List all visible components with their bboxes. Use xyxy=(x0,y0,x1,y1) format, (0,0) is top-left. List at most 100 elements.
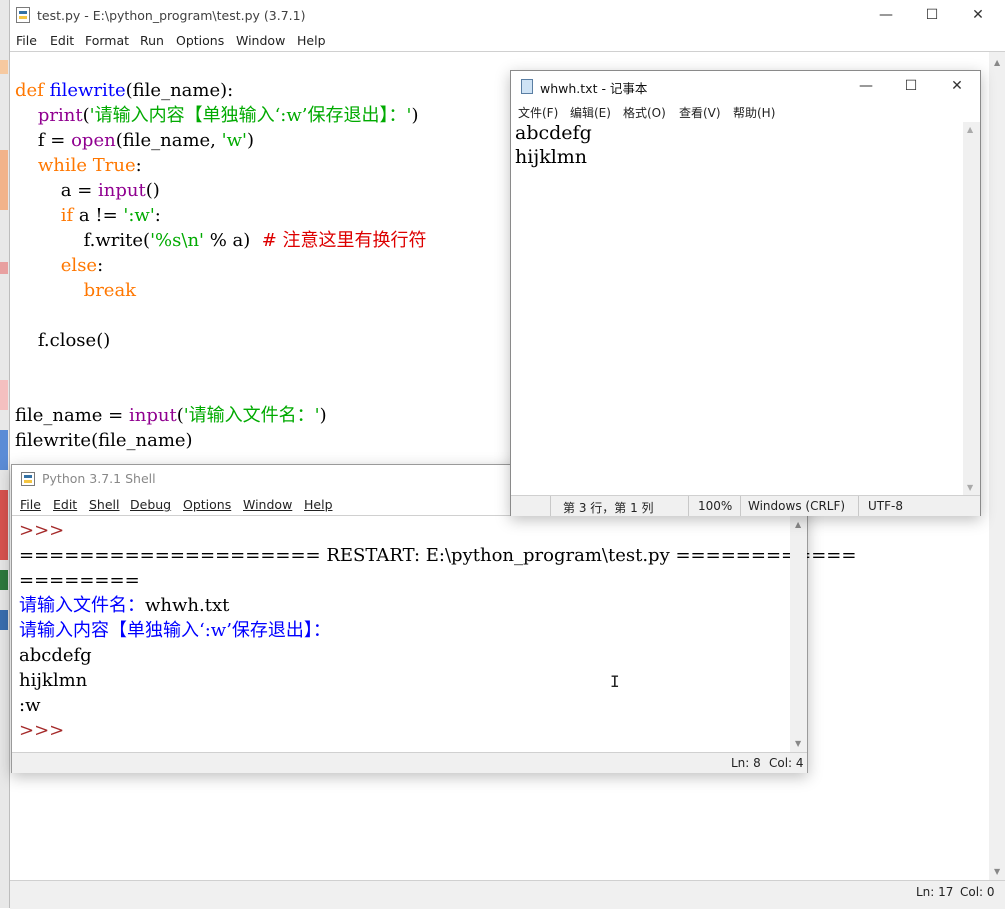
editor-statusbar: Ln: 17 Col: 0 xyxy=(10,880,1005,909)
code-line: >>> xyxy=(19,718,70,743)
code-token: f.close() xyxy=(15,330,111,351)
shell-menu-edit[interactable]: Edit xyxy=(53,497,77,512)
shell-scroll-up-icon[interactable]: ▲ xyxy=(795,520,801,529)
menu-window[interactable]: Window xyxy=(236,33,285,48)
code-line: f.close() xyxy=(15,328,110,353)
code-token: def xyxy=(15,80,50,101)
notepad-scrollbar[interactable]: ▲ ▼ xyxy=(963,122,980,495)
editor-title: test.py - E:\python_program\test.py (3.7… xyxy=(37,8,306,23)
notepad-icon xyxy=(521,79,533,94)
code-token: break xyxy=(83,280,137,301)
code-token: input xyxy=(98,180,146,201)
notepad-menu-format[interactable]: 格式(O) xyxy=(623,104,666,121)
shell-menu-help[interactable]: Help xyxy=(304,497,333,512)
code-token: >>> xyxy=(19,720,70,741)
code-token: a != xyxy=(73,205,124,226)
code-token: : xyxy=(135,155,142,176)
notepad-line: abcdefg xyxy=(515,122,592,144)
code-token: % a) xyxy=(204,230,262,251)
code-token: 请输入内容【单独输入‘:w’保存退出】： xyxy=(19,620,331,641)
code-token: filewrite(file_name) xyxy=(15,430,193,451)
notepad-status-zoom: 100% xyxy=(698,499,733,513)
scroll-up-icon[interactable]: ▲ xyxy=(994,58,1000,67)
code-token: open xyxy=(71,130,116,151)
shell-title: Python 3.7.1 Shell xyxy=(42,471,156,486)
code-token: f = xyxy=(15,130,72,151)
notepad-title: whwh.txt - 记事本 xyxy=(540,81,648,96)
desktop-background-strip xyxy=(0,0,9,908)
shell-menu-shell[interactable]: Shell xyxy=(89,497,120,512)
notepad-line: hijklmn xyxy=(515,146,588,168)
minimize-icon[interactable]: — xyxy=(863,0,909,31)
menu-format[interactable]: Format xyxy=(85,33,129,48)
notepad-maximize-icon[interactable]: ☐ xyxy=(888,71,934,101)
menu-file[interactable]: File xyxy=(16,33,37,48)
menu-help[interactable]: Help xyxy=(297,33,326,48)
code-token: ==================== RESTART: E:\python_… xyxy=(19,545,857,566)
shell-status-ln: Ln: 8 xyxy=(731,756,761,770)
notepad-status-encoding: UTF-8 xyxy=(868,499,903,513)
shell-menu-debug[interactable]: Debug xyxy=(130,497,171,512)
menu-edit[interactable]: Edit xyxy=(50,33,74,48)
code-token: whwh.txt xyxy=(145,595,230,616)
python-shell-icon xyxy=(21,472,35,486)
menu-run[interactable]: Run xyxy=(140,33,164,48)
code-token: ( xyxy=(176,405,184,426)
code-token: True xyxy=(92,155,136,176)
close-icon[interactable]: ✕ xyxy=(955,0,1001,31)
code-token: (file_name, xyxy=(115,130,222,151)
shell-scrollbar[interactable]: ▲ ▼ xyxy=(790,516,807,752)
editor-scrollbar[interactable]: ▲ ▼ xyxy=(989,52,1005,880)
code-token: f.write( xyxy=(15,230,151,251)
code-token: print xyxy=(37,105,83,126)
notepad-menu-file[interactable]: 文件(F) xyxy=(518,104,558,121)
notepad-menu-help[interactable]: 帮助(H) xyxy=(733,104,775,121)
notepad-status-eol: Windows (CRLF) xyxy=(748,499,846,513)
notepad-scroll-up-icon[interactable]: ▲ xyxy=(967,125,973,134)
shell-menu-options[interactable]: Options xyxy=(183,497,231,512)
code-line: hijklmn xyxy=(19,668,87,693)
code-token: 请输入文件名： xyxy=(19,595,145,616)
code-line: 请输入文件名：whwh.txt xyxy=(19,593,229,618)
shell-scroll-down-icon[interactable]: ▼ xyxy=(795,739,801,748)
code-token: '%s\n' xyxy=(150,230,204,251)
scroll-down-icon[interactable]: ▼ xyxy=(994,867,1000,876)
code-token: : xyxy=(97,255,104,276)
notepad-statusbar: 第 3 行，第 1 列 100% Windows (CRLF) UTF-8 xyxy=(511,495,980,516)
maximize-icon[interactable]: ☐ xyxy=(909,0,955,31)
shell-statusbar: Ln: 8 Col: 4 xyxy=(12,752,807,773)
code-line: ==================== RESTART: E:\python_… xyxy=(19,543,856,568)
code-token: input xyxy=(129,405,177,426)
code-line: ======== xyxy=(19,568,140,593)
shell-status-col: Col: 4 xyxy=(769,756,804,770)
code-line: if a != ':w': xyxy=(15,203,161,228)
notepad-sep-4 xyxy=(858,496,859,516)
code-line: file_name = input('请输入文件名：') xyxy=(15,403,327,428)
notepad-close-icon[interactable]: ✕ xyxy=(934,71,980,101)
shell-menu-window[interactable]: Window xyxy=(243,497,292,512)
editor-titlebar[interactable]: test.py - E:\python_program\test.py (3.7… xyxy=(10,0,1005,31)
code-token: '请输入内容【单独输入‘:w’保存退出】：' xyxy=(89,105,412,126)
code-line: f = open(file_name, 'w') xyxy=(15,128,254,153)
code-token: a = xyxy=(15,180,99,201)
code-line: while True: xyxy=(15,153,142,178)
notepad-menubar: 文件(F) 编辑(E) 格式(O) 查看(V) 帮助(H) xyxy=(511,102,980,122)
code-token: 'w' xyxy=(221,130,247,151)
code-token: (file_name): xyxy=(125,80,234,101)
notepad-menu-edit[interactable]: 编辑(E) xyxy=(570,104,611,121)
code-token: # 注意这里有换行符 xyxy=(261,230,427,251)
shell-menu-file[interactable]: File xyxy=(20,497,41,512)
notepad-sep-3 xyxy=(740,496,741,516)
notepad-titlebar[interactable]: whwh.txt - 记事本 — ☐ ✕ xyxy=(511,71,980,101)
code-line: abcdefg xyxy=(19,643,92,668)
menu-options[interactable]: Options xyxy=(176,33,224,48)
notepad-minimize-icon[interactable]: — xyxy=(843,71,889,101)
editor-status-ln: Ln: 17 xyxy=(916,885,954,899)
code-line: print('请输入内容【单独输入‘:w’保存退出】：') xyxy=(15,103,419,128)
code-token: ) xyxy=(246,130,254,151)
notepad-menu-view[interactable]: 查看(V) xyxy=(679,104,721,121)
notepad-scroll-down-icon[interactable]: ▼ xyxy=(967,483,973,492)
